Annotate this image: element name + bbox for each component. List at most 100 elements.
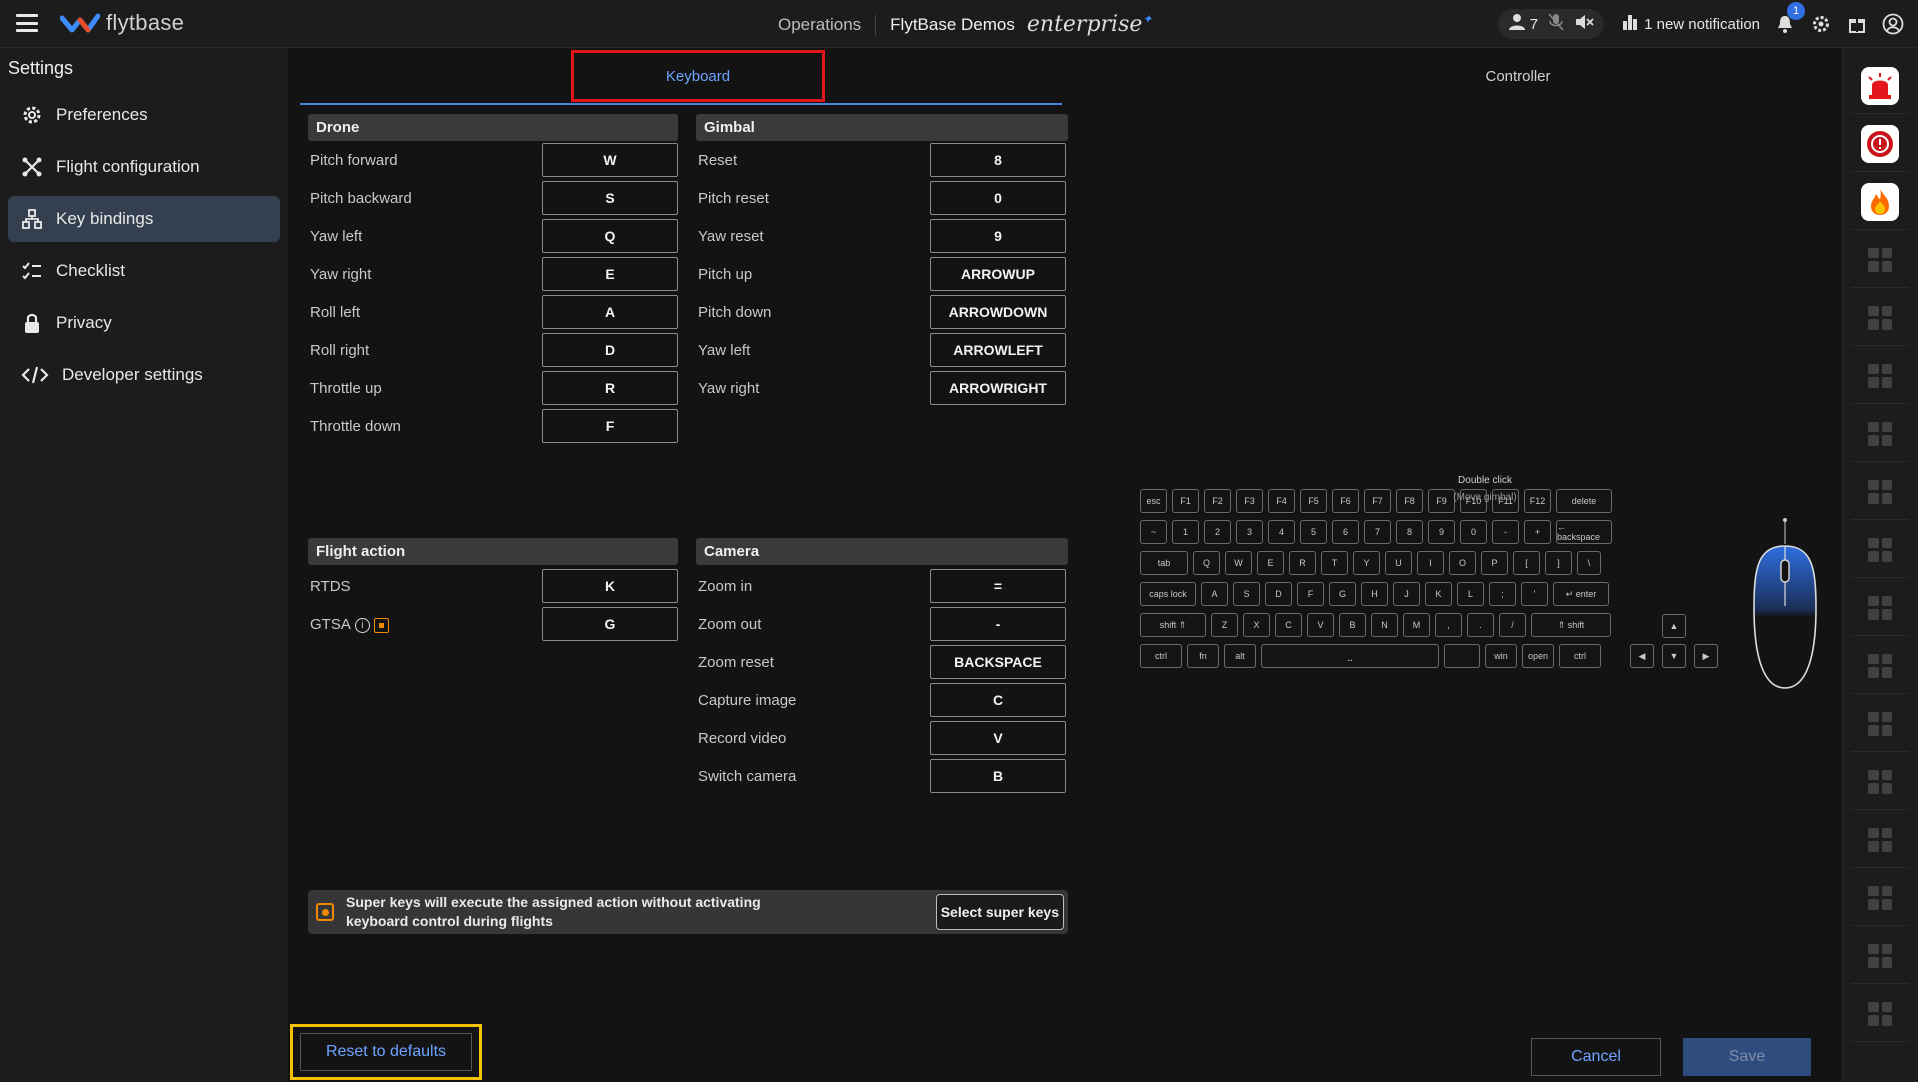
key-input-drone-pitch-forward[interactable]: W (542, 143, 678, 177)
keyboard-key: W (1225, 551, 1252, 575)
rail-empty-slot[interactable] (1851, 812, 1909, 868)
rail-empty-slot[interactable] (1851, 290, 1909, 346)
add-app-icon (1868, 247, 1892, 272)
key-input-gimbal-yaw-reset[interactable]: 9 (930, 219, 1066, 253)
rail-empty-slot[interactable] (1851, 406, 1909, 462)
section-header-drone: Drone (308, 114, 678, 141)
key-input-camera-record-video[interactable]: V (930, 721, 1066, 755)
sidebar-item-label: Flight configuration (56, 157, 200, 176)
sidebar-item-key-bindings[interactable]: Key bindings (8, 196, 280, 242)
keyboard-key: F6 (1332, 489, 1359, 513)
keyboard-key: J (1393, 582, 1420, 606)
binding-label-camera-zoom-in: Zoom in (698, 578, 753, 595)
notification-badge: 1 (1787, 2, 1805, 20)
binding-label-rtds: RTDS (310, 578, 351, 595)
sidebar-item-label: Preferences (56, 105, 148, 124)
keyboard-key: + (1524, 520, 1551, 544)
speaker-muted-icon[interactable] (1574, 13, 1594, 35)
rail-app-alert-badge[interactable] (1851, 116, 1909, 172)
cancel-button[interactable]: Cancel (1531, 1038, 1661, 1076)
sidebar-item-preferences[interactable]: Preferences (8, 92, 280, 138)
rail-app-fire[interactable] (1851, 174, 1909, 230)
sidebar-item-flight-configuration[interactable]: Flight configuration (8, 144, 280, 190)
key-input-gimbal-pitch-reset[interactable]: 0 (930, 181, 1066, 215)
menu-icon[interactable] (16, 14, 38, 32)
key-input-gimbal-pitch-down[interactable]: ARROWDOWN (930, 295, 1066, 329)
rail-empty-slot[interactable] (1851, 696, 1909, 752)
keyboard-key: O (1449, 551, 1476, 575)
keyboard-key: ctrl (1559, 644, 1601, 668)
super-key-icon (373, 617, 389, 633)
key-input-gimbal-yaw-right[interactable]: ARROWRIGHT (930, 371, 1066, 405)
org-name: FlytBase Demos (890, 14, 1015, 34)
key-input-gimbal-pitch-up[interactable]: ARROWUP (930, 257, 1066, 291)
save-button[interactable]: Save (1683, 1038, 1811, 1076)
binding-label-drone-roll-right: Roll right (310, 342, 370, 359)
sidebar-item-developer-settings[interactable]: Developer settings (8, 352, 280, 398)
sidebar-item-privacy[interactable]: Privacy (8, 300, 280, 346)
tab-keyboard[interactable]: Keyboard (571, 50, 825, 102)
keyboard-key: A (1201, 582, 1228, 606)
mouse-caption: Double click (Move gimbal) (1453, 475, 1517, 503)
settings-gear-icon[interactable] (1810, 13, 1832, 35)
key-input-drone-roll-left[interactable]: A (542, 295, 678, 329)
rail-app-siren[interactable] (1851, 58, 1909, 114)
tab-controller[interactable]: Controller (1418, 50, 1618, 102)
key-bindings-panel: Keyboard Controller Drone Pitch forward W… (288, 48, 1842, 1082)
rail-empty-slot[interactable] (1851, 522, 1909, 578)
presence-pill[interactable]: 7 (1497, 9, 1605, 39)
notification-summary[interactable]: 1 new notification (1622, 13, 1760, 35)
key-input-camera-zoom-reset[interactable]: BACKSPACE (930, 645, 1066, 679)
super-keys-banner: Super keys will execute the assigned act… (308, 890, 1068, 934)
workspace-switcher[interactable]: Operations FlytBase Demos enterprise✦ (778, 12, 1152, 37)
keyboard-key: alt (1224, 644, 1256, 668)
key-input-drone-roll-right[interactable]: D (542, 333, 678, 367)
bar-chart-icon (1622, 13, 1638, 35)
keyboard-key: fn (1187, 644, 1219, 668)
sidebar-item-checklist[interactable]: Checklist (8, 248, 280, 294)
keyboard-key: D (1265, 582, 1292, 606)
user-avatar-icon[interactable] (1882, 13, 1904, 35)
binding-label-drone-pitch-forward: Pitch forward (310, 152, 398, 169)
flytbase-logo[interactable]: flytbase (60, 10, 184, 36)
keyboard-key: Z (1211, 613, 1238, 637)
operations-link[interactable]: Operations (778, 14, 877, 35)
key-input-camera-capture-image[interactable]: C (930, 683, 1066, 717)
gift-icon[interactable] (1846, 13, 1868, 35)
key-input-rtds[interactable]: K (542, 569, 678, 603)
siren-icon (1861, 66, 1899, 105)
rail-empty-slot[interactable] (1851, 870, 1909, 926)
select-super-keys-button[interactable]: Select super keys (935, 894, 1064, 930)
top-bar: flytbase Operations FlytBase Demos enter… (0, 0, 1918, 48)
key-input-camera-zoom-in[interactable]: = (930, 569, 1066, 603)
bell-icon[interactable]: 1 (1774, 2, 1805, 35)
add-app-icon (1868, 363, 1892, 388)
rail-empty-slot[interactable] (1851, 232, 1909, 288)
rail-empty-slot[interactable] (1851, 754, 1909, 810)
key-input-drone-yaw-left[interactable]: Q (542, 219, 678, 253)
arrow-up-key: ▲ (1662, 614, 1686, 638)
keyboard-key: I (1417, 551, 1444, 575)
rail-empty-slot[interactable] (1851, 986, 1909, 1042)
rail-empty-slot[interactable] (1851, 638, 1909, 694)
key-input-drone-pitch-backward[interactable]: S (542, 181, 678, 215)
rail-empty-slot[interactable] (1851, 348, 1909, 404)
reset-to-defaults-button[interactable]: Reset to defaults (290, 1024, 482, 1080)
mic-muted-icon[interactable] (1548, 13, 1564, 35)
info-icon[interactable]: i (354, 617, 370, 633)
binding-label-gimbal-yaw-right: Yaw right (698, 380, 760, 397)
key-input-gtsa[interactable]: G (542, 607, 678, 641)
key-input-camera-zoom-out[interactable]: - (930, 607, 1066, 641)
add-app-icon (1868, 711, 1892, 736)
key-input-gimbal-yaw-left[interactable]: ARROWLEFT (930, 333, 1066, 367)
binding-label-drone-yaw-right: Yaw right (310, 266, 372, 283)
alert-badge-icon (1861, 124, 1899, 163)
rail-empty-slot[interactable] (1851, 464, 1909, 520)
rail-empty-slot[interactable] (1851, 928, 1909, 984)
key-input-gimbal-reset[interactable]: 8 (930, 143, 1066, 177)
key-input-drone-throttle-down[interactable]: F (542, 409, 678, 443)
rail-empty-slot[interactable] (1851, 580, 1909, 636)
key-input-camera-switch-camera[interactable]: B (930, 759, 1066, 793)
key-input-drone-throttle-up[interactable]: R (542, 371, 678, 405)
key-input-drone-yaw-right[interactable]: E (542, 257, 678, 291)
